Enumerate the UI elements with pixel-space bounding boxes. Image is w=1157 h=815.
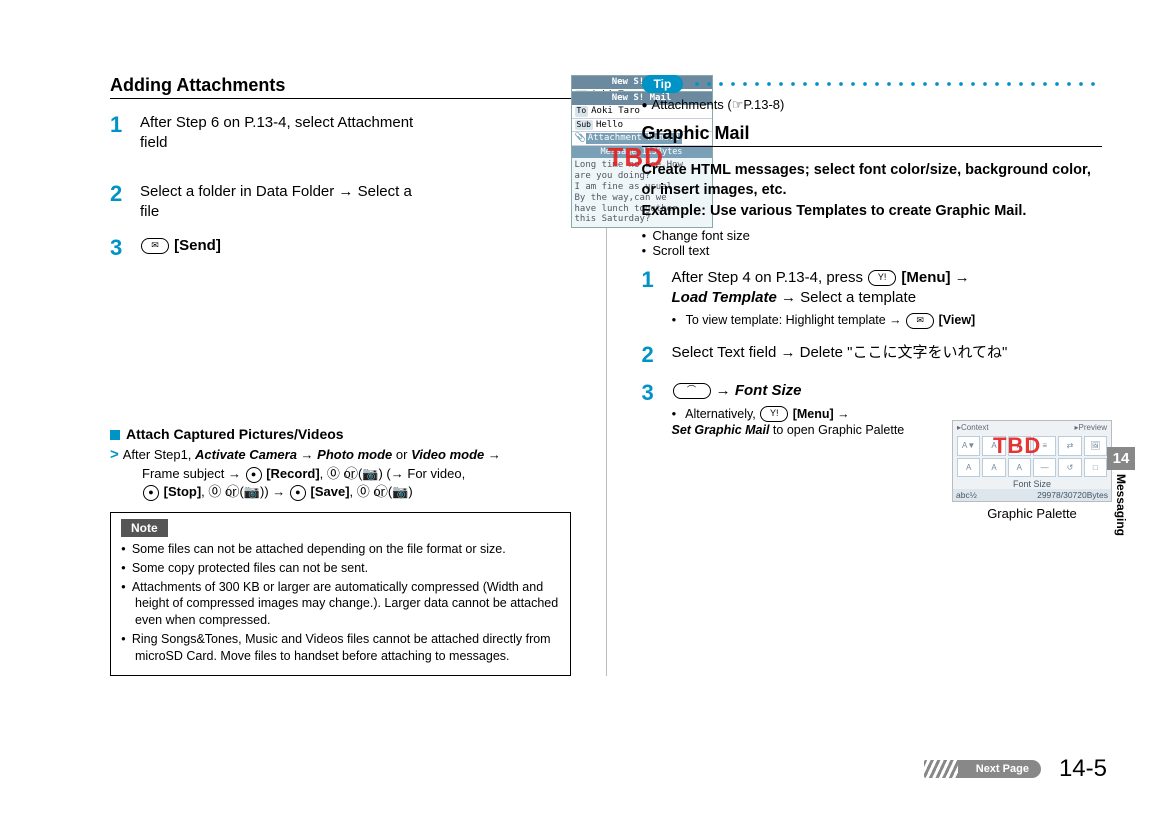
step-2: 2 Select a folder in Data Folder → Selec… (110, 182, 416, 223)
send-label: [Send] (174, 237, 221, 254)
note-item: Some copy protected files can not be sen… (121, 560, 560, 577)
y-key-icon: Y! (868, 270, 896, 286)
step-text: ⌒ → Font Size Alternatively, Y! [Menu] →… (672, 381, 928, 439)
step-num: 1 (110, 113, 140, 137)
page-footer: Next Page 14-5 (924, 755, 1107, 783)
chapter-side-tab: 14 Messaging (1107, 447, 1135, 536)
gp-bytes-label: 29978/30720Bytes (1037, 490, 1108, 500)
tip-label: Tip (642, 75, 684, 93)
step-text: After Step 4 on P.13-4, press Y! [Menu] … (672, 268, 1103, 329)
section-title-left: Adding Attachments (110, 75, 571, 96)
gp-cell: ≡ (1033, 436, 1056, 456)
right-step-1: 1 After Step 4 on P.13-4, press Y! [Menu… (642, 268, 1103, 329)
title-rule (642, 146, 1103, 147)
step-num: 3 (642, 381, 672, 405)
shot-sub: Hello (596, 120, 623, 131)
gp-font-size-label: Font Size (953, 479, 1111, 489)
center-key-icon: ● (246, 467, 262, 483)
gp-cell: ↺ (1058, 458, 1081, 478)
paperclip-icon: 📎 (575, 133, 586, 144)
intro-para-2: Example: Use various Templates to create… (642, 202, 1103, 222)
gp-context-label: ▸Context (957, 423, 989, 432)
note-box: Note Some files can not be attached depe… (110, 512, 571, 676)
page-number: 14-5 (1059, 755, 1107, 783)
step-1: 1 After Step 6 on P.13-4, select Attachm… (110, 113, 416, 154)
step-num: 3 (110, 236, 140, 260)
gp-cell: A (982, 436, 1005, 456)
mail-key-icon: ✉ (906, 313, 934, 329)
gp-cell: A (1008, 458, 1031, 478)
title-rule (110, 98, 571, 99)
japanese-placeholder: "ここに文字をいれてね" (847, 344, 1007, 361)
center-key-icon: ● (290, 485, 306, 501)
step-text: Select Text field → Delete "ここに文字をいれてね" (672, 343, 1103, 363)
attach-instructions: >After Step1, Activate Camera → Photo mo… (110, 444, 571, 501)
step-3: 3 ✉ [Send] (110, 236, 416, 260)
chapter-number: 14 (1107, 447, 1135, 470)
note-item: Ring Songs&Tones, Music and Videos files… (121, 631, 560, 665)
gp-cell: A (1008, 436, 1031, 456)
gp-cell: A (957, 458, 980, 478)
tip-row: Tip (642, 75, 1103, 93)
step-sub-bullet: Alternatively, Y! [Menu] → Set Graphic M… (672, 406, 928, 440)
y-key-icon: Y! (760, 406, 788, 422)
step-num: 2 (642, 343, 672, 367)
gp-cell: 🖼 (1084, 436, 1107, 456)
step-text: After Step 6 on P.13-4, select Attachmen… (140, 113, 416, 154)
chevron-right-icon: > (110, 446, 119, 463)
hatch-decoration-icon (924, 760, 958, 778)
pre-bullet-item: Change font size (642, 228, 1103, 243)
gp-cell: A (982, 458, 1005, 478)
gp-caption: Graphic Palette (952, 506, 1112, 521)
pre-bullets: Change font size Scroll text (642, 228, 1103, 258)
chapter-name: Messaging (1114, 474, 1128, 536)
gp-abc-label: abc½ (956, 490, 977, 500)
call-key-icon: ⌒ (673, 383, 711, 399)
gp-toolbar-grid: A▼ A A ≡ ⇄ 🖼 A A A — ↺ □ (953, 434, 1111, 479)
gp-cell: A▼ (957, 436, 980, 456)
note-item: Some files can not be attached depending… (121, 541, 560, 558)
tip-link-line: ●Attachments (☞P.13-8) (642, 97, 1103, 113)
right-step-2: 2 Select Text field → Delete "ここに文字をいれてね… (642, 343, 1103, 367)
gp-cell: — (1033, 458, 1056, 478)
square-bullet-icon (110, 430, 120, 440)
next-page-pill: Next Page (958, 760, 1041, 778)
attach-subheading: Attach Captured Pictures/Videos (110, 426, 571, 442)
step-text: Select a folder in Data Folder → Select … (140, 182, 416, 223)
gp-cell: □ (1084, 458, 1107, 478)
tip-dots (691, 82, 1102, 86)
pre-bullet-item: Scroll text (642, 243, 1103, 258)
step-num: 1 (642, 268, 672, 292)
shot-to: Aoki Taro (591, 106, 640, 117)
intro-para-1: Create HTML messages; select font color/… (642, 161, 1103, 200)
note-label: Note (121, 519, 168, 537)
step-text: ✉ [Send] (140, 236, 416, 256)
step-num: 2 (110, 182, 140, 206)
section-title-right: Graphic Mail (642, 123, 1103, 144)
graphic-palette-figure: ▸Context ▸Preview A▼ A A ≡ ⇄ 🖼 A A A — ↺… (952, 420, 1112, 521)
note-item: Attachments of 300 KB or larger are auto… (121, 579, 560, 630)
mail-key-icon: ✉ (141, 238, 169, 254)
center-key-icon: ● (143, 485, 159, 501)
gp-cell: ⇄ (1058, 436, 1081, 456)
step-sub-bullet: To view template: Highlight template → ✉… (672, 312, 1103, 329)
gp-preview-label: ▸Preview (1075, 423, 1107, 432)
